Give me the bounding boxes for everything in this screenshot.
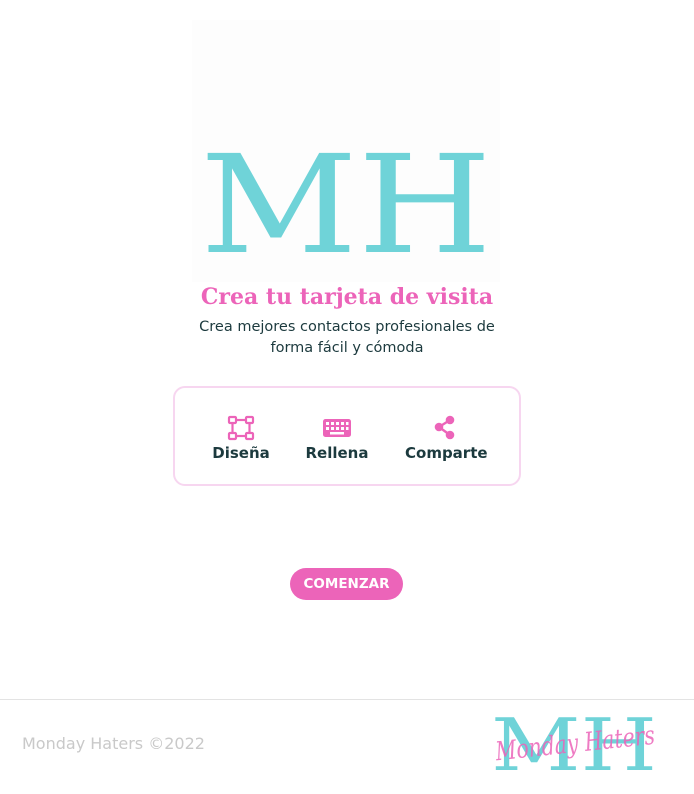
subtitle-line-2: forma fácil y cómoda [270, 340, 424, 356]
keyboard-icon [323, 419, 351, 437]
page-subtitle: Crea mejores contactos profesionales de … [190, 317, 504, 359]
page-title: Crea tu tarjeta de visita [200, 284, 494, 310]
step-fill: Rellena [305, 414, 369, 462]
hero-logo-panel: MH [192, 20, 500, 282]
step-label: Diseña [212, 444, 270, 462]
step-label: Comparte [405, 444, 488, 462]
share-icon [434, 415, 455, 440]
subtitle-line-1: Crea mejores contactos profesionales de [199, 319, 495, 335]
mh-monogram-logo: MH [200, 127, 492, 282]
step-share: Comparte [405, 414, 488, 462]
vector-design-icon [227, 415, 255, 441]
hero-logo-text: MH [200, 127, 492, 282]
steps-card: Diseña Rellena Comparte [173, 386, 521, 486]
step-design: Diseña [211, 414, 271, 462]
start-button[interactable]: COMENZAR [290, 568, 403, 600]
copyright-text: Monday Haters ©2022 [22, 734, 205, 753]
step-label: Rellena [305, 444, 369, 462]
footer-logo: MH Monday Haters [491, 706, 657, 776]
footer: Monday Haters ©2022 MH Monday Haters [0, 699, 694, 794]
